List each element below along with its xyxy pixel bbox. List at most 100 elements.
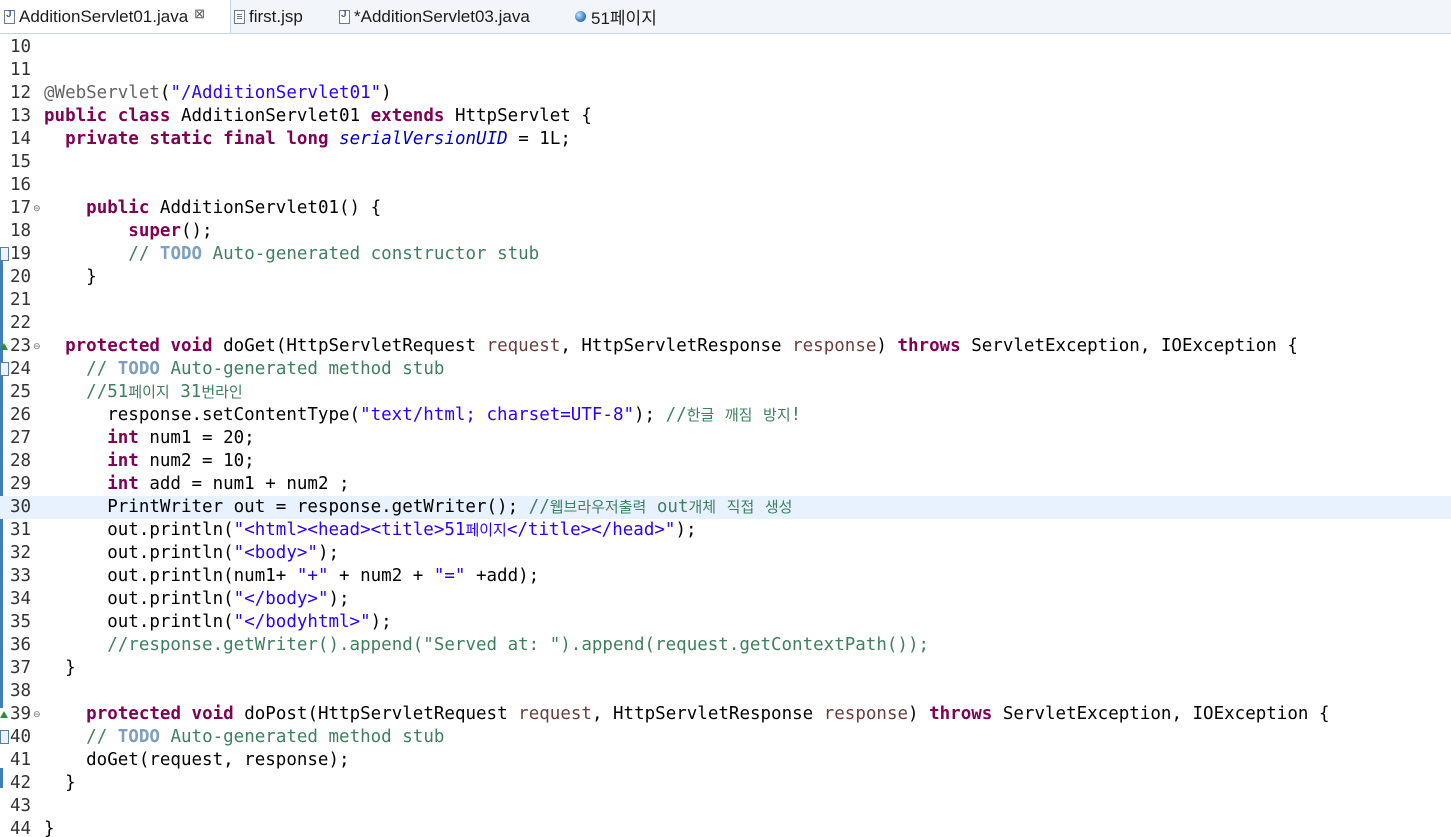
code-line-25[interactable]: 25 //51페이지 31번라인 xyxy=(0,381,1451,404)
code-text[interactable]: } xyxy=(44,266,97,289)
code-line-21[interactable]: 21 xyxy=(0,289,1451,312)
code-line-34[interactable]: 34 out.println("</body>"); xyxy=(0,588,1451,611)
code-text[interactable]: int num1 = 20; xyxy=(44,427,255,450)
code-text[interactable]: response.setContentType("text/html; char… xyxy=(44,404,801,427)
code-text[interactable]: out.println("<html><head><title>51페이지</t… xyxy=(44,519,696,542)
code-line-27[interactable]: 27 int num1 = 20; xyxy=(0,427,1451,450)
line-number: 10 xyxy=(10,37,32,57)
task-marker-icon[interactable] xyxy=(0,730,9,744)
code-line-44[interactable]: 44} xyxy=(0,818,1451,837)
line-number: 11 xyxy=(10,60,32,80)
code-text[interactable]: protected void doGet(HttpServletRequest … xyxy=(44,335,1298,358)
code-text[interactable]: out.println(num1+ "+" + num2 + "=" +add)… xyxy=(44,565,539,588)
code-text[interactable]: PrintWriter out = response.getWriter(); … xyxy=(44,496,792,519)
code-text[interactable]: //51페이지 31번라인 xyxy=(44,381,243,404)
code-line-35[interactable]: 35 out.println("</bodyhtml>"); xyxy=(0,611,1451,634)
code-line-33[interactable]: 33 out.println(num1+ "+" + num2 + "=" +a… xyxy=(0,565,1451,588)
code-line-31[interactable]: 31 out.println("<html><head><title>51페이지… xyxy=(0,519,1451,542)
line-number: 13 xyxy=(10,106,32,126)
code-line-29[interactable]: 29 int add = num1 + num2 ; xyxy=(0,473,1451,496)
code-text[interactable]: out.println("<body>"); xyxy=(44,542,339,565)
code-line-38[interactable]: 38 xyxy=(0,680,1451,703)
code-line-43[interactable]: 43 xyxy=(0,795,1451,818)
code-line-22[interactable]: 22 xyxy=(0,312,1451,335)
line-number: 27 xyxy=(10,428,32,448)
code-text[interactable]: private static final long serialVersionU… xyxy=(44,128,571,151)
code-text[interactable]: } xyxy=(44,818,55,837)
task-marker-icon[interactable] xyxy=(0,362,9,376)
code-line-32[interactable]: 32 out.println("<body>"); xyxy=(0,542,1451,565)
editor-tab-bar: AdditionServlet01.java ⊠ first.jsp *Addi… xyxy=(0,0,1451,34)
code-line-30[interactable]: 30 PrintWriter out = response.getWriter(… xyxy=(0,496,1451,519)
tab-51-page[interactable]: 51페이지 xyxy=(575,0,657,33)
tab-additionservlet01[interactable]: AdditionServlet01.java ⊠ xyxy=(0,0,231,33)
code-editor[interactable]: 9import java.io.IOException;101112@WebSe… xyxy=(0,33,1451,837)
tab-label: AdditionServlet01.java xyxy=(19,6,189,26)
override-marker-icon[interactable] xyxy=(0,343,8,350)
code-line-20[interactable]: 20 } xyxy=(0,266,1451,289)
code-text[interactable]: out.println("</body>"); xyxy=(44,588,349,611)
code-line-28[interactable]: 28 int num2 = 10; xyxy=(0,450,1451,473)
line-number: 42 xyxy=(10,773,32,793)
code-text[interactable]: @WebServlet("/AdditionServlet01") xyxy=(44,82,392,105)
line-number: 32 xyxy=(10,543,32,563)
fold-minus-icon[interactable]: ⊖ xyxy=(33,336,41,359)
code-line-14[interactable]: 14 private static final long serialVersi… xyxy=(0,128,1451,151)
code-line-24[interactable]: 24 // TODO Auto-generated method stub xyxy=(0,358,1451,381)
code-line-10[interactable]: 10 xyxy=(0,36,1451,59)
override-marker-icon[interactable] xyxy=(0,711,8,718)
code-line-39[interactable]: 39 ⊖ protected void doPost(HttpServletReq… xyxy=(0,703,1451,726)
line-number: 37 xyxy=(10,658,32,678)
fold-minus-icon[interactable]: ⊖ xyxy=(33,704,41,727)
code-line-18[interactable]: 18 super(); xyxy=(0,220,1451,243)
code-line-23[interactable]: 23 ⊖ protected void doGet(HttpServletRequ… xyxy=(0,335,1451,358)
code-text[interactable]: // TODO Auto-generated constructor stub xyxy=(44,243,539,266)
line-number: 40 xyxy=(10,727,32,747)
task-marker-icon[interactable] xyxy=(0,247,9,261)
line-number: 44 xyxy=(10,819,32,837)
line-number: 33 xyxy=(10,566,32,586)
code-text[interactable]: // TODO Auto-generated method stub xyxy=(44,358,444,381)
line-number: 24 xyxy=(10,359,32,379)
code-line-12[interactable]: 12 @WebServlet("/AdditionServlet01") xyxy=(0,82,1451,105)
code-text[interactable]: //response.getWriter().append("Served at… xyxy=(44,634,929,657)
fold-minus-icon[interactable]: ⊖ xyxy=(33,198,41,221)
code-line-17[interactable]: 17 ⊖ public AdditionServlet01() { xyxy=(0,197,1451,220)
code-text[interactable]: int num2 = 10; xyxy=(44,450,255,473)
line-number: 18 xyxy=(10,221,32,241)
code-line-11[interactable]: 11 xyxy=(0,59,1451,82)
code-text[interactable]: out.println("</bodyhtml>"); xyxy=(44,611,392,634)
code-text[interactable]: doGet(request, response); xyxy=(44,749,349,772)
close-icon[interactable]: ⊠ xyxy=(194,6,205,22)
java-file-icon xyxy=(339,9,350,24)
code-line-13[interactable]: 13 public class AdditionServlet01 extends… xyxy=(0,105,1451,128)
code-line-26[interactable]: 26 response.setContentType("text/html; c… xyxy=(0,404,1451,427)
line-number: 38 xyxy=(10,681,32,701)
tab-additionservlet03[interactable]: *AdditionServlet03.java xyxy=(339,0,530,33)
code-line-37[interactable]: 37 } xyxy=(0,657,1451,680)
code-text[interactable]: protected void doPost(HttpServletRequest… xyxy=(44,703,1329,726)
code-text[interactable]: public AdditionServlet01() { xyxy=(44,197,381,220)
line-number: 29 xyxy=(10,474,32,494)
line-number: 21 xyxy=(10,290,32,310)
line-number: 34 xyxy=(10,589,32,609)
code-line-42[interactable]: 42 } xyxy=(0,772,1451,795)
tab-first-jsp[interactable]: first.jsp xyxy=(234,0,303,33)
code-line-15[interactable]: 15 xyxy=(0,151,1451,174)
code-line-40[interactable]: 40 // TODO Auto-generated method stub xyxy=(0,726,1451,749)
line-number: 22 xyxy=(10,313,32,333)
code-text[interactable]: } xyxy=(44,657,76,680)
code-line-36[interactable]: 36 //response.getWriter().append("Served… xyxy=(0,634,1451,657)
tab-label: *AdditionServlet03.java xyxy=(354,6,530,26)
code-text[interactable]: int add = num1 + num2 ; xyxy=(44,473,349,496)
code-line-19[interactable]: 19 // TODO Auto-generated constructor st… xyxy=(0,243,1451,266)
code-line-41[interactable]: 41 doGet(request, response); xyxy=(0,749,1451,772)
code-text[interactable]: public class AdditionServlet01 extends H… xyxy=(44,105,592,128)
jsp-file-icon xyxy=(234,9,245,24)
tab-label: first.jsp xyxy=(249,6,303,26)
code-text[interactable]: // TODO Auto-generated method stub xyxy=(44,726,444,749)
line-number: 16 xyxy=(10,175,32,195)
code-text[interactable]: } xyxy=(44,772,76,795)
code-text[interactable]: super(); xyxy=(44,220,212,243)
code-line-16[interactable]: 16 xyxy=(0,174,1451,197)
